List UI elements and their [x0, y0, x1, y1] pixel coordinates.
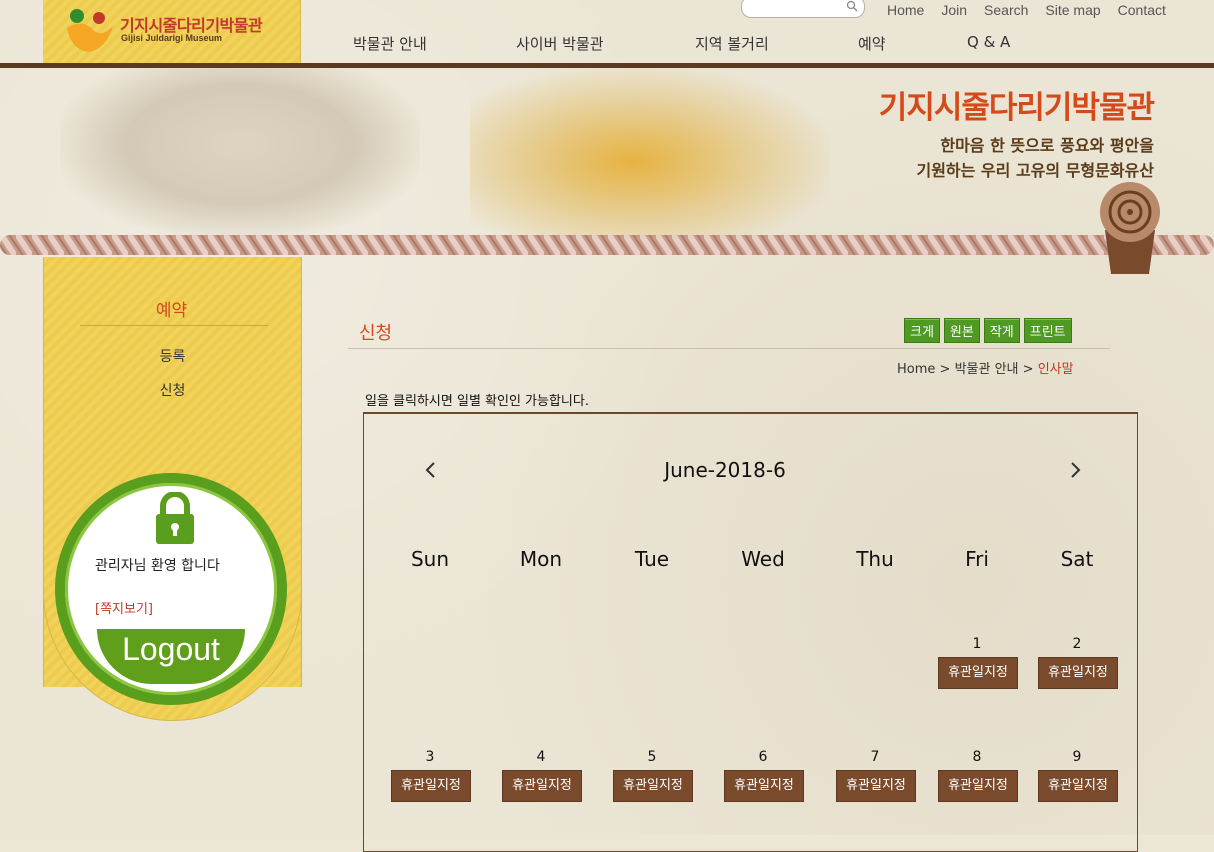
- text-size-toolbar: 크게 원본 작게 프린트: [904, 318, 1072, 343]
- breadcrumb-home[interactable]: Home: [897, 362, 935, 377]
- set-holiday-button[interactable]: 휴관일지정: [938, 770, 1018, 802]
- set-holiday-button[interactable]: 휴관일지정: [613, 770, 693, 802]
- calendar-day-number[interactable]: 4: [501, 749, 581, 765]
- zoom-out-button[interactable]: 작게: [983, 318, 1020, 343]
- weekday-wed: Wed: [741, 547, 785, 571]
- sidebar-item-apply[interactable]: 신청: [0, 380, 345, 400]
- hero-banner: 기지시줄다리기박물관 한마음 한 뜻으로 풍요와 평안을 기원하는 우리 고유의…: [0, 68, 1214, 238]
- logo-subtitle: Gijisi Juldarigi Museum: [121, 33, 223, 43]
- chevron-right-icon[interactable]: [1068, 458, 1084, 482]
- weekday-mon: Mon: [519, 547, 563, 571]
- breadcrumb-section[interactable]: 박물관 안내: [955, 362, 1019, 377]
- banner-photo-rope: [470, 68, 830, 238]
- logo-emblem-icon: [67, 9, 113, 52]
- nav-item-reservation[interactable]: 예약: [858, 33, 886, 54]
- calendar-day-number[interactable]: 8: [937, 749, 1017, 765]
- content-divider: [348, 348, 1110, 349]
- set-holiday-button[interactable]: 휴관일지정: [1038, 770, 1118, 802]
- calendar-day-number[interactable]: 1: [937, 636, 1017, 652]
- banner-photo-people: [60, 68, 420, 238]
- search-icon[interactable]: [846, 0, 858, 12]
- util-link-search[interactable]: Search: [984, 2, 1028, 18]
- weekday-thu: Thu: [856, 547, 894, 571]
- zoom-reset-button[interactable]: 원본: [943, 318, 980, 343]
- calendar-guide-text: 일을 클릭하시면 일별 확인인 가능합니다.: [365, 394, 589, 409]
- weekday-fri: Fri: [965, 547, 989, 571]
- set-holiday-button[interactable]: 휴관일지정: [502, 770, 582, 802]
- banner-title: 기지시줄다리기박물관: [878, 90, 1155, 126]
- calendar-day-number[interactable]: 5: [612, 749, 692, 765]
- nav-item-local-attractions[interactable]: 지역 볼거리: [695, 33, 769, 54]
- util-link-sitemap[interactable]: Site map: [1045, 2, 1100, 18]
- chevron-left-icon[interactable]: [422, 458, 438, 482]
- breadcrumb: Home > 박물관 안내 > 인사말: [897, 358, 1074, 377]
- set-holiday-button[interactable]: 휴관일지정: [836, 770, 916, 802]
- util-link-home[interactable]: Home: [887, 2, 924, 18]
- calendar-month-heading: June-2018-6: [664, 458, 786, 482]
- sidebar-divider: [80, 325, 268, 326]
- print-button[interactable]: 프린트: [1023, 318, 1072, 343]
- sidebar-item-register[interactable]: 등록: [0, 346, 345, 366]
- calendar-day-number[interactable]: 2: [1037, 636, 1117, 652]
- rope-coil-pot-icon: [1100, 182, 1160, 274]
- lock-icon: [156, 492, 194, 544]
- rope-divider: [0, 235, 1214, 255]
- sidebar-title: 예약: [155, 301, 188, 321]
- view-memo-link[interactable]: [쪽지보기]: [95, 598, 153, 617]
- nav-item-qna[interactable]: Q & A: [967, 33, 1010, 51]
- page-title: 신청: [359, 323, 393, 344]
- calendar-day-number[interactable]: 9: [1037, 749, 1117, 765]
- calendar-day-number[interactable]: 7: [835, 749, 915, 765]
- weekday-tue: Tue: [634, 547, 670, 571]
- set-holiday-button[interactable]: 휴관일지정: [391, 770, 471, 802]
- banner-line-1: 한마음 한 뜻으로 풍요와 평안을: [940, 136, 1154, 155]
- search-input[interactable]: [741, 0, 865, 18]
- set-holiday-button[interactable]: 휴관일지정: [1038, 657, 1118, 689]
- utility-links: Home Join Search Site map Contact: [887, 2, 1166, 18]
- nav-item-cyber-museum[interactable]: 사이버 박물관: [516, 33, 604, 54]
- calendar-day-number[interactable]: 6: [723, 749, 803, 765]
- breadcrumb-separator: >: [1022, 362, 1034, 377]
- util-link-join[interactable]: Join: [941, 2, 967, 18]
- weekday-sun: Sun: [410, 547, 450, 571]
- calendar-day-number[interactable]: 3: [390, 749, 470, 765]
- site-logo[interactable]: 기지시줄다리기박물관 Gijisi Juldarigi Museum: [43, 0, 301, 64]
- nav-item-museum-guide[interactable]: 박물관 안내: [353, 33, 427, 54]
- zoom-in-button[interactable]: 크게: [904, 318, 940, 343]
- breadcrumb-separator: >: [939, 362, 951, 377]
- set-holiday-button[interactable]: 휴관일지정: [724, 770, 804, 802]
- util-link-contact[interactable]: Contact: [1118, 2, 1166, 18]
- weekday-sat: Sat: [1060, 547, 1094, 571]
- set-holiday-button[interactable]: 휴관일지정: [938, 657, 1018, 689]
- breadcrumb-current: 인사말: [1037, 362, 1074, 377]
- welcome-message: 관리자님 환영 합니다: [95, 558, 220, 574]
